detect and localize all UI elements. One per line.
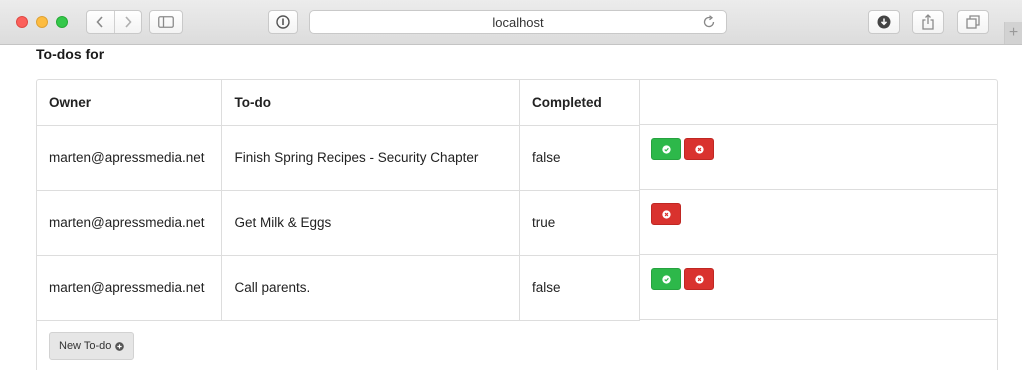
actions-column-header: [640, 80, 998, 125]
new-todo-button[interactable]: New To-do: [49, 332, 135, 360]
chevron-left-icon: [96, 16, 103, 28]
x-circle-icon: [661, 209, 671, 219]
owner-cell: marten@apressmedia.net: [37, 189, 223, 256]
back-button[interactable]: [87, 11, 114, 33]
table-row: marten@apressmedia.net Call parents. fal…: [37, 254, 640, 321]
todos-table: Owner To-do Completed marten@apressmedia…: [37, 80, 640, 321]
minimize-window-button[interactable]: [36, 16, 48, 28]
url-text: localhost: [492, 14, 544, 30]
tabs-overview-button[interactable]: [957, 10, 989, 34]
todo-cell: Get Milk & Eggs: [221, 189, 521, 256]
x-circle-icon: [694, 144, 704, 154]
plus-circle-icon: [115, 341, 125, 351]
table-row: marten@apressmedia.net Get Milk & Eggs t…: [37, 189, 640, 256]
actions-cell: [640, 125, 998, 190]
owner-cell: marten@apressmedia.net: [37, 254, 223, 321]
owner-column-header: Owner: [37, 80, 223, 126]
check-circle-icon: [661, 144, 671, 154]
page-title: To-dos for: [36, 46, 105, 62]
share-button[interactable]: [912, 10, 944, 34]
reload-icon: [703, 15, 715, 28]
todo-cell: Finish Spring Recipes - Security Chapter: [221, 124, 521, 191]
completed-cell: false: [519, 254, 640, 321]
complete-todo-button[interactable]: [651, 268, 681, 290]
completed-column-header: Completed: [519, 80, 640, 126]
check-circle-icon: [661, 274, 671, 284]
x-circle-icon: [694, 274, 704, 284]
table-row: marten@apressmedia.net Finish Spring Rec…: [37, 124, 640, 191]
browser-toolbar: localhost +: [0, 0, 1022, 45]
download-icon: [877, 15, 891, 29]
zoom-window-button[interactable]: [56, 16, 68, 28]
chevron-right-icon: [125, 16, 132, 28]
actions-cell: [640, 255, 998, 320]
history-nav: [86, 10, 142, 34]
actions-cell: [640, 190, 998, 255]
close-window-button[interactable]: [16, 16, 28, 28]
todo-cell: Call parents.: [221, 254, 521, 321]
delete-todo-button[interactable]: [684, 138, 714, 160]
completed-cell: false: [519, 124, 640, 191]
sidebar-icon: [158, 16, 174, 28]
new-todo-label: New To-do: [59, 340, 112, 352]
todos-panel: Owner To-do Completed marten@apressmedia…: [36, 79, 998, 370]
delete-todo-button[interactable]: [684, 268, 714, 290]
plus-icon: +: [1008, 24, 1019, 41]
complete-todo-button[interactable]: [651, 138, 681, 160]
reload-button[interactable]: [702, 15, 716, 32]
info-circle-icon: [276, 15, 290, 29]
address-bar[interactable]: localhost: [309, 10, 727, 34]
owner-cell: marten@apressmedia.net: [37, 124, 223, 191]
sidebar-toggle-button[interactable]: [149, 10, 183, 34]
reader-button[interactable]: [268, 10, 298, 34]
downloads-button[interactable]: [868, 10, 900, 34]
new-tab-button[interactable]: +: [1004, 22, 1022, 44]
tabs-icon: [966, 15, 980, 29]
completed-cell: true: [519, 189, 640, 256]
table-header-row: Owner To-do Completed: [37, 80, 640, 126]
delete-todo-button[interactable]: [651, 203, 681, 225]
todo-column-header: To-do: [221, 80, 521, 126]
forward-button[interactable]: [113, 11, 142, 33]
share-icon: [922, 14, 934, 30]
